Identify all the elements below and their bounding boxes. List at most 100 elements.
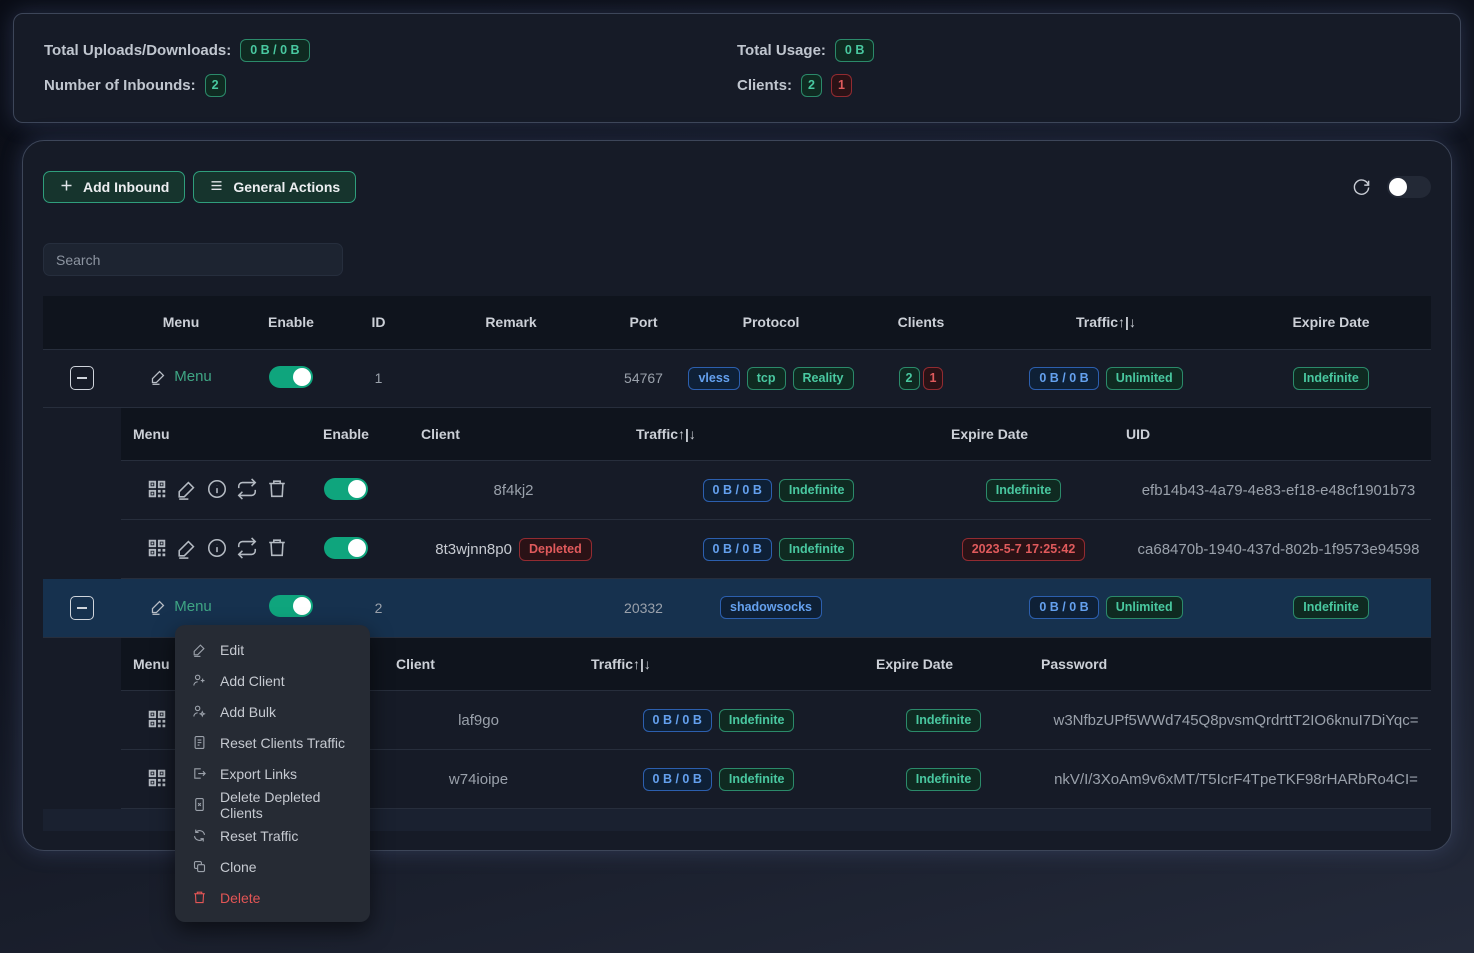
edit-icon <box>150 598 167 615</box>
client-enable-toggle[interactable] <box>324 478 368 500</box>
client-row-8f4kj2: 8f4kj2 0 B / 0 B Indefinite Indefinite e… <box>121 461 1431 520</box>
inbound-2-traffic: 0 B / 0 B Unlimited <box>1029 596 1182 619</box>
inbound-1-menu-button[interactable]: Menu <box>150 368 212 385</box>
general-actions-button[interactable]: General Actions <box>193 171 356 203</box>
toggle-knob <box>293 597 311 615</box>
hamburger-icon <box>209 178 224 196</box>
delete-icon <box>192 890 207 905</box>
qr-code-icon[interactable] <box>146 537 168 559</box>
delete-icon[interactable] <box>266 537 288 559</box>
inbound-row-1: Menu 1 54767 vless tcp Reality 2 1 0 B /… <box>43 349 1431 407</box>
toggle-knob <box>348 539 366 557</box>
col-traffic[interactable]: Traffic↑|↓ <box>561 638 846 691</box>
inbound-menu-label: Menu <box>174 368 212 385</box>
total-uploads-downloads-label: Total Uploads/Downloads: <box>44 42 231 59</box>
stats-left-column: Total Uploads/Downloads: 0 B / 0 B Numbe… <box>44 39 737 97</box>
add-inbound-label: Add Inbound <box>83 179 169 195</box>
number-of-inbounds-value: 2 <box>205 74 226 97</box>
qr-code-icon[interactable] <box>146 767 168 789</box>
expire-badge: Indefinite <box>986 479 1062 502</box>
inbound-menu-label: Menu <box>174 598 212 615</box>
expire-badge: 2023-5-7 17:25:42 <box>962 538 1086 561</box>
col-traffic[interactable]: Traffic↑|↓ <box>981 296 1231 349</box>
inbound-2-port: 20332 <box>606 579 681 637</box>
col-expire-date: Expire Date <box>846 638 1011 691</box>
inbound-2-menu-button[interactable]: Menu <box>150 598 212 615</box>
delete-icon[interactable] <box>266 478 288 500</box>
client-actions <box>146 478 288 500</box>
info-icon[interactable] <box>206 478 228 500</box>
collapse-row-button[interactable] <box>70 366 94 390</box>
general-actions-label: General Actions <box>233 179 340 195</box>
qr-code-icon[interactable] <box>146 708 168 730</box>
menu-item-export-links[interactable]: Export Links <box>175 758 370 789</box>
clients-label: Clients: <box>737 77 792 94</box>
toggle-knob <box>1389 178 1407 196</box>
traffic-badge: 0 B / 0 B <box>703 479 772 502</box>
client-uid: efb14b43-4a79-4e83-ef18-e48cf1901b73 <box>1096 461 1431 520</box>
plus-icon <box>59 178 74 196</box>
file-reset-icon <box>192 735 207 750</box>
client-traffic: 0 B / 0 B Indefinite <box>703 479 855 502</box>
menu-item-edit[interactable]: Edit <box>175 634 370 665</box>
clients-table-1: Menu Enable Client Traffic↑|↓ Expire Dat… <box>121 408 1431 580</box>
menu-item-add-client[interactable]: Add Client <box>175 665 370 696</box>
inbound-1-enable-toggle[interactable] <box>269 366 313 388</box>
traffic-limit-badge: Unlimited <box>1106 596 1183 619</box>
toolbar: Add Inbound General Actions <box>43 171 1431 203</box>
client-row-8t3wjnn8p0: 8t3wjnn8p0 Depleted 0 B / 0 B Indefinite… <box>121 520 1431 579</box>
col-enable: Enable <box>301 408 391 461</box>
collapse-row-button[interactable] <box>70 596 94 620</box>
minus-icon <box>77 377 87 379</box>
sync-icon <box>192 828 207 843</box>
clients-depleted-count: 1 <box>831 74 852 97</box>
inbound-2-remark <box>416 579 606 637</box>
menu-item-reset-clients-traffic[interactable]: Reset Clients Traffic <box>175 727 370 758</box>
protocol-badge: shadowsocks <box>720 596 822 619</box>
reset-traffic-icon[interactable] <box>236 478 258 500</box>
stats-panel: Total Uploads/Downloads: 0 B / 0 B Numbe… <box>13 13 1461 123</box>
menu-item-reset-traffic[interactable]: Reset Traffic <box>175 820 370 851</box>
client-name: 8f4kj2 <box>391 461 606 520</box>
inbound-1-clients: 2 1 <box>899 367 944 390</box>
toggle-knob <box>348 480 366 498</box>
col-client: Client <box>391 408 606 461</box>
inbound-1-remark <box>416 349 606 407</box>
qr-code-icon[interactable] <box>146 478 168 500</box>
col-enable: Enable <box>241 296 341 349</box>
edit-icon[interactable] <box>176 478 198 500</box>
col-traffic[interactable]: Traffic↑|↓ <box>606 408 921 461</box>
add-inbound-button[interactable]: Add Inbound <box>43 171 185 203</box>
stream-badge: tcp <box>747 367 786 390</box>
number-of-inbounds-label: Number of Inbounds: <box>44 77 196 94</box>
traffic-badge: 0 B / 0 B <box>643 709 712 732</box>
search-input[interactable] <box>43 243 343 276</box>
menu-item-clone[interactable]: Clone <box>175 851 370 882</box>
expire-badge: Indefinite <box>1293 367 1369 390</box>
col-menu: Menu <box>121 296 241 349</box>
client-enable-toggle[interactable] <box>324 537 368 559</box>
total-uploads-downloads-value: 0 B / 0 B <box>240 39 309 62</box>
col-client: Client <box>366 638 561 691</box>
info-icon[interactable] <box>206 537 228 559</box>
reset-traffic-icon[interactable] <box>236 537 258 559</box>
menu-item-delete-depleted-clients[interactable]: Delete Depleted Clients <box>175 789 370 820</box>
traffic-badge: 0 B / 0 B <box>703 538 772 561</box>
inbound-2-enable-toggle[interactable] <box>269 595 313 617</box>
inbound-1-port: 54767 <box>606 349 681 407</box>
refresh-icon[interactable] <box>1352 178 1371 197</box>
dark-mode-toggle[interactable] <box>1387 176 1431 198</box>
menu-item-delete[interactable]: Delete <box>175 882 370 913</box>
menu-item-add-bulk[interactable]: Add Bulk <box>175 696 370 727</box>
expire-badge: Indefinite <box>1293 596 1369 619</box>
traffic-badge: 0 B / 0 B <box>643 768 712 791</box>
inbound-1-expanded: Menu Enable Client Traffic↑|↓ Expire Dat… <box>43 407 1431 579</box>
client-uid: ca68470b-1940-437d-802b-1f9573e94598 <box>1096 520 1431 579</box>
expand-column-header <box>43 296 121 349</box>
inbound-2-clients <box>861 579 981 637</box>
clone-icon <box>192 859 207 874</box>
stat-number-of-inbounds: Number of Inbounds: 2 <box>44 74 737 97</box>
edit-icon[interactable] <box>176 537 198 559</box>
stat-total-usage: Total Usage: 0 B <box>737 39 1430 62</box>
minus-icon <box>77 607 87 609</box>
